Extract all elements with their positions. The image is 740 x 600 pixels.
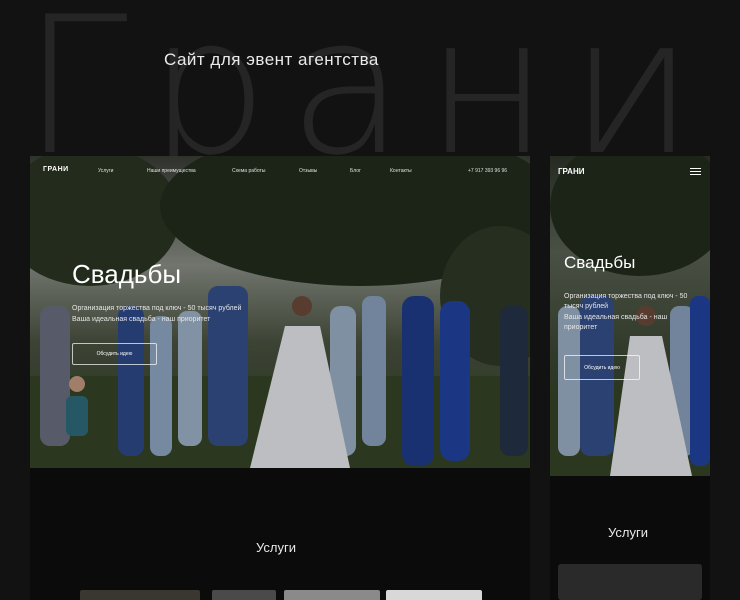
service-thumbnail[interactable] bbox=[212, 590, 276, 600]
desktop-mockup: ГРАНИ Услуги Наши преимущества Схема раб… bbox=[30, 156, 530, 600]
hero-text-line: тысяч рублей bbox=[564, 303, 609, 310]
burger-menu-icon[interactable] bbox=[690, 168, 701, 175]
service-thumbnail[interactable] bbox=[284, 590, 380, 600]
nav-item-advantages[interactable]: Наши преимущества bbox=[147, 168, 196, 174]
hero-text-line: Организация торжества под ключ - 50 bbox=[564, 293, 688, 300]
hero-text-line: приоритет bbox=[564, 324, 598, 331]
discuss-idea-button[interactable]: Обсудить идею bbox=[72, 343, 157, 365]
services-heading: Услуги bbox=[256, 540, 296, 555]
hero-heading: Свадьбы bbox=[564, 253, 636, 272]
desktop-navbar: ГРАНИ Услуги Наши преимущества Схема раб… bbox=[30, 156, 530, 186]
nav-item-workflow[interactable]: Схема работы bbox=[232, 168, 265, 174]
nav-item-reviews[interactable]: Отзывы bbox=[299, 168, 317, 174]
hero-text-line: Ваша идеальная свадьба - наш bbox=[564, 314, 668, 321]
logo[interactable]: ГРАНИ bbox=[558, 167, 584, 176]
service-thumbnail[interactable] bbox=[558, 564, 702, 600]
background-brand-word: Грани bbox=[22, 0, 715, 197]
discuss-idea-button[interactable]: Обсудить идею bbox=[564, 355, 640, 380]
nav-item-services[interactable]: Услуги bbox=[98, 168, 113, 174]
nav-item-contacts[interactable]: Контакты bbox=[390, 168, 412, 174]
phone-number[interactable]: +7 917 393 96 96 bbox=[468, 168, 507, 174]
service-thumbnail[interactable] bbox=[80, 590, 200, 600]
hero-heading: Свадьбы bbox=[72, 259, 182, 289]
wedding-hero-photo bbox=[30, 156, 530, 468]
nav-item-blog[interactable]: Блог bbox=[350, 168, 361, 174]
services-preview-strip bbox=[80, 590, 500, 600]
logo[interactable]: ГРАНИ bbox=[43, 166, 69, 173]
service-thumbnail[interactable] bbox=[386, 590, 482, 600]
mobile-mockup: ГРАНИ Свадьбы Организация торжества под … bbox=[550, 156, 710, 600]
services-heading: Услуги bbox=[608, 525, 648, 540]
hero-text-line: Организация торжества под ключ - 50 тыся… bbox=[72, 305, 242, 312]
hero-text-line: Ваша идеальная свадьба - наш приоритет bbox=[72, 316, 211, 323]
page-title: Сайт для эвент агентства bbox=[164, 50, 379, 69]
